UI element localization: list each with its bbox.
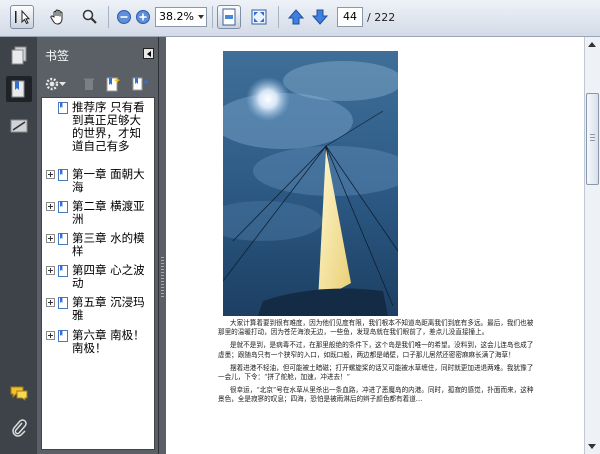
signatures-icon (10, 119, 28, 133)
document-page: 大家计算着要到很有难度，因为他们见度有限，我们根本不知道岛距离我们到底有多远。最… (166, 37, 584, 454)
arrow-up-icon (287, 9, 305, 25)
magnifier-icon (82, 9, 97, 24)
zoom-level-value: 38.2% (159, 10, 194, 23)
marquee-zoom-button[interactable] (78, 5, 102, 29)
toolbar-separator (212, 6, 213, 28)
bookmark-label: 第四章 心之波动 (72, 263, 145, 290)
comments-icon (10, 386, 28, 401)
expand-icon[interactable] (46, 234, 55, 243)
attachments-panel-button[interactable] (6, 415, 32, 441)
bookmarks-panel: 书签 推荐序 只有看到真正足够大的世界，才知道自己有多 第一章 面朝大海 第二章… (37, 37, 158, 454)
bookmark-label: 第六章 南极！南极！ (72, 328, 145, 355)
zoom-level-select[interactable]: 38.2% (155, 7, 207, 27)
zoom-out-icon (117, 10, 131, 24)
vertical-scrollbar[interactable] (584, 37, 600, 454)
bookmark-label: 第二章 横渡亚洲 (72, 199, 145, 226)
chevron-down-icon (59, 82, 66, 86)
chevron-down-icon (198, 15, 204, 19)
bookmarks-toolbar (37, 71, 158, 97)
hand-icon (50, 9, 63, 25)
toolbar-separator (108, 6, 109, 28)
bookmark-icon (58, 169, 68, 181)
new-bookmark-icon (106, 77, 121, 92)
expand-icon[interactable] (46, 266, 55, 275)
fit-page-button[interactable] (217, 5, 241, 29)
bookmark-item[interactable]: 第六章 南极！南极！ (42, 329, 154, 359)
scroll-up-arrow-icon[interactable] (588, 42, 596, 47)
bookmark-tree: 推荐序 只有看到真正足够大的世界，才知道自己有多 第一章 面朝大海 第二章 横渡… (41, 97, 155, 450)
page-total: / 222 (367, 11, 396, 24)
bookmark-item[interactable]: 第五章 沉浸玛雅 (42, 296, 154, 326)
fit-page-icon (222, 8, 236, 26)
bookmark-label: 第三章 水的模样 (72, 231, 145, 258)
scroll-down-arrow-icon[interactable] (588, 444, 596, 449)
paragraph: 是就不是到，是病毒不过，在那里般绝的条件下，这个岛是我们唯一的希望。没料到，这会… (218, 341, 534, 359)
bookmarks-panel-header: 书签 (37, 37, 158, 71)
full-screen-icon (251, 9, 267, 25)
bookmark-icon (58, 330, 68, 342)
select-tool-button[interactable] (10, 5, 34, 29)
bookmarks-panel-button[interactable] (6, 76, 32, 102)
bookmarks-icon (11, 80, 25, 98)
expand-icon[interactable] (46, 331, 55, 340)
bookmark-icon (58, 102, 68, 114)
expand-icon[interactable] (46, 298, 55, 307)
navigation-rail (0, 37, 37, 454)
panel-splitter[interactable] (158, 37, 166, 454)
bookmark-item[interactable]: 第一章 面朝大海 (42, 168, 154, 198)
next-page-button[interactable] (308, 5, 332, 29)
bookmark-item[interactable]: 第二章 横渡亚洲 (42, 200, 154, 230)
gear-icon (45, 77, 59, 91)
attachments-icon (12, 419, 27, 437)
text-cursor-icon (15, 9, 31, 25)
expand-bookmark-icon (132, 77, 148, 91)
zoom-in-icon (136, 10, 150, 24)
expand-bookmark-button[interactable] (131, 76, 149, 92)
page-number-input[interactable]: 44 (337, 7, 363, 27)
bookmark-item[interactable]: 第三章 水的模样 (42, 232, 154, 262)
bookmark-icon (58, 265, 68, 277)
bookmark-icon (58, 233, 68, 245)
toolbar: 38.2% 44 / 222 (0, 0, 600, 37)
previous-page-button[interactable] (284, 5, 308, 29)
paragraph: 摆着进港不轻油，但可能被土暗磁；打开螺旋桨的话又可能被水草缠住，同时就更加进退两… (218, 363, 534, 382)
trash-icon (84, 78, 94, 90)
zoom-in-button[interactable] (131, 5, 155, 29)
splitter-grip[interactable] (161, 257, 164, 297)
bookmark-item[interactable]: 推荐序 只有看到真正足够大的世界，才知道自己有多 (42, 101, 154, 163)
scroll-thumb[interactable] (586, 93, 599, 185)
expand-icon[interactable] (46, 202, 55, 211)
new-bookmark-button[interactable] (105, 76, 121, 92)
bookmark-icon (58, 297, 68, 309)
expand-icon[interactable] (46, 170, 55, 179)
bookmark-label: 第五章 沉浸玛雅 (72, 295, 145, 322)
bookmark-item[interactable]: 第四章 心之波动 (42, 264, 154, 294)
toolbar-separator (278, 6, 279, 28)
paragraph: 大家计算着要到很有难度，因为他们见度有限，我们根本不知道岛距离我们到底有多远。最… (218, 319, 534, 337)
page-body-text: 大家计算着要到很有难度，因为他们见度有限，我们根本不知道岛距离我们到底有多远。最… (218, 319, 536, 409)
panel-title: 书签 (45, 49, 70, 63)
sailboat-image (223, 51, 398, 316)
collapse-panel-button[interactable] (143, 48, 154, 59)
sailboat-photo (223, 51, 398, 316)
bookmark-icon (58, 201, 68, 213)
signatures-panel-button[interactable] (6, 113, 32, 139)
delete-bookmark-button[interactable] (83, 76, 95, 92)
full-screen-button[interactable] (247, 5, 271, 29)
bookmark-label: 第一章 面朝大海 (72, 167, 145, 194)
arrow-down-icon (311, 9, 329, 25)
comments-panel-button[interactable] (6, 380, 32, 406)
pages-icon (11, 46, 27, 65)
hand-tool-button[interactable] (46, 5, 70, 29)
paragraph: 很幸运，“北京”号在水草从里杀出一条血路，冲进了恶魔岛的内港。同时，孤寂的感觉，… (218, 386, 534, 404)
bookmark-label: 推荐序 只有看到真正足够大的世界，才知道自己有多 (72, 101, 152, 153)
pages-panel-button[interactable] (6, 43, 32, 69)
options-menu-button[interactable] (45, 76, 66, 92)
